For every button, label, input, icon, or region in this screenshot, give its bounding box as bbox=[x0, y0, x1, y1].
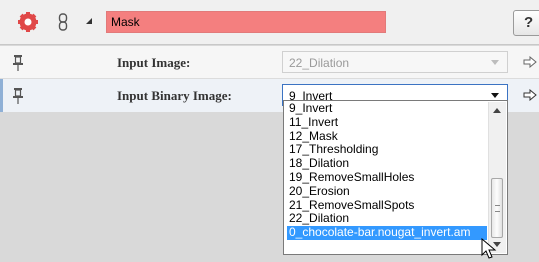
scrollbar-thumb[interactable] bbox=[491, 178, 503, 238]
gear-icon[interactable] bbox=[18, 12, 38, 32]
dropdown-item[interactable]: 20_Erosion bbox=[287, 184, 487, 199]
dropdown-items: 9_Invert 11_Invert 12_Mask 17_Thresholdi… bbox=[287, 101, 487, 240]
help-button[interactable]: ? bbox=[513, 10, 539, 36]
dropdown-scrollbar[interactable] bbox=[488, 102, 506, 253]
dropdown-item[interactable]: 21_RemoveSmallSpots bbox=[287, 198, 487, 213]
port-row-input-image: Input Image: 22_Dilation bbox=[0, 46, 539, 79]
dropdown-item[interactable]: 9_Invert bbox=[287, 101, 487, 116]
dropdown-item[interactable]: 22_Dilation bbox=[287, 212, 487, 226]
module-name-field[interactable]: Mask bbox=[106, 11, 386, 33]
header-divider bbox=[0, 44, 539, 45]
connect-arrow-icon[interactable] bbox=[523, 56, 537, 68]
module-header: Mask ? bbox=[0, 0, 539, 44]
dropdown-item-highlighted[interactable]: 0_chocolate-bar.nougat_invert.am bbox=[287, 225, 487, 240]
input-image-combobox[interactable]: 22_Dilation bbox=[282, 51, 508, 73]
pin-icon[interactable] bbox=[12, 87, 24, 105]
combobox-dropdown-list: 9_Invert 11_Invert 12_Mask 17_Thresholdi… bbox=[283, 100, 508, 255]
dropdown-item[interactable]: 12_Mask bbox=[287, 129, 487, 144]
chain-link-icon[interactable] bbox=[58, 13, 68, 31]
row-selection-accent bbox=[0, 79, 3, 112]
dropdown-item[interactable]: 18_Dilation bbox=[287, 156, 487, 171]
chevron-down-icon bbox=[491, 93, 499, 98]
port-label: Input Binary Image: bbox=[117, 88, 232, 103]
mouse-cursor-icon bbox=[481, 238, 497, 259]
scroll-up-icon[interactable] bbox=[493, 108, 501, 113]
port-label: Input Image: bbox=[117, 55, 191, 70]
connect-arrow-icon[interactable] bbox=[523, 89, 537, 101]
pin-icon[interactable] bbox=[12, 54, 24, 72]
dropdown-item[interactable]: 11_Invert bbox=[287, 115, 487, 130]
dropdown-item[interactable]: 19_RemoveSmallHoles bbox=[287, 170, 487, 185]
combobox-value: 22_Dilation bbox=[289, 56, 350, 70]
grip-icon bbox=[495, 205, 500, 212]
chevron-down-icon bbox=[491, 60, 499, 65]
dropdown-item[interactable]: 17_Thresholding bbox=[287, 143, 487, 157]
collapse-triangle-icon[interactable] bbox=[85, 17, 93, 25]
